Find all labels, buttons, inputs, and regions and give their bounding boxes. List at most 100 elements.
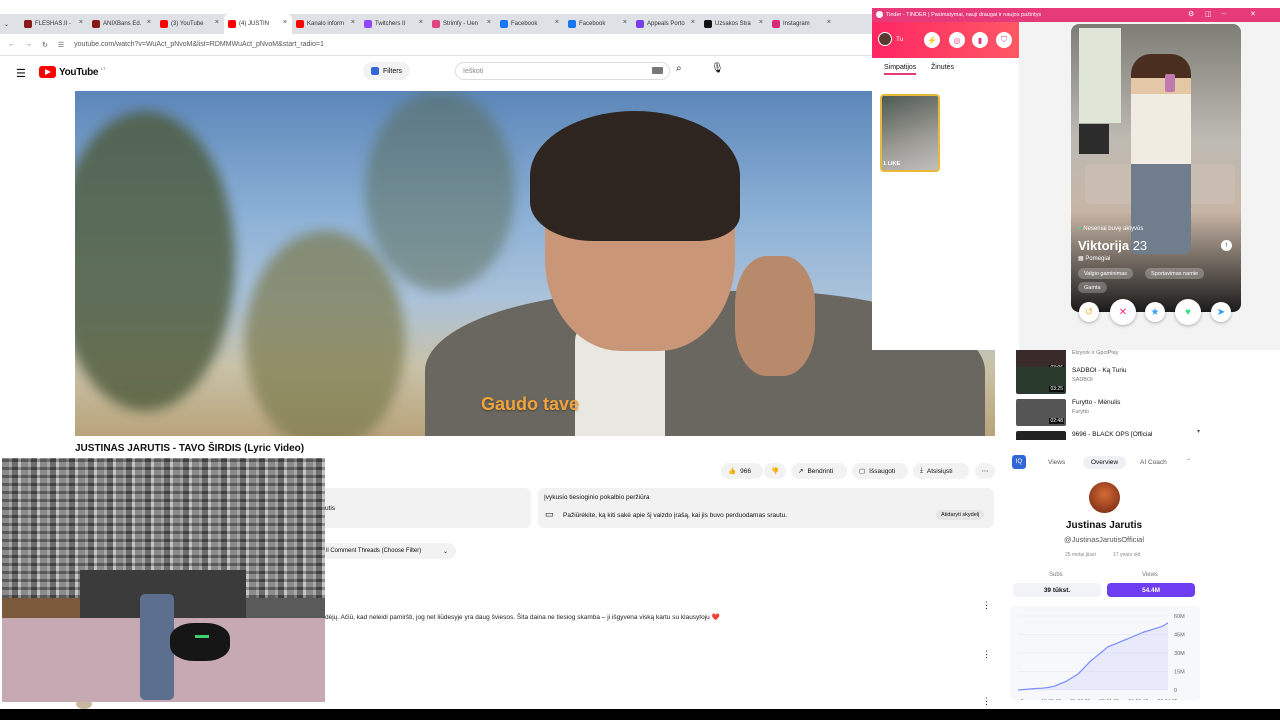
description-panel[interactable]: utis (320, 488, 531, 528)
thumbs-up-icon: 👍 (728, 468, 737, 475)
browser-tab[interactable]: Appeals Porto × (632, 14, 700, 34)
tab-close-icon[interactable]: × (691, 19, 695, 26)
chevron-up-icon[interactable]: ⌃ (1186, 458, 1191, 465)
keyboard-icon[interactable] (652, 67, 663, 74)
extension-icon[interactable]: ◫ (1205, 10, 1212, 18)
save-button[interactable]: ▢ Išsaugoti (852, 463, 908, 479)
tab-label: Twitchers II (375, 21, 406, 27)
tinder-window-title: Tinder - TINDER | Pasimatymai, nauji dra… (886, 12, 1042, 18)
rec-duration: 02:48 (1049, 418, 1064, 424)
download-button[interactable]: ⤓ Atsisiųsti (913, 463, 969, 479)
close-icon[interactable]: ✕ (1250, 10, 1256, 18)
microphone-icon[interactable]: 🎙 (711, 63, 724, 74)
rec-item[interactable]: 02:48 Furytto - Mėnulis Furytto (1016, 399, 1120, 426)
rec-item[interactable]: 9696 - BLACK OPS [Official (1016, 431, 1152, 440)
url-text[interactable]: youtube.com/watch?v=WuAct_pNvoM&list=RDM… (74, 41, 324, 48)
y-tick-label: 60M (1174, 614, 1185, 620)
x-tick-label: 23-01-31 (1099, 699, 1119, 700)
browser-tab[interactable]: Instagram × (768, 14, 836, 34)
rec-thumbnail (1016, 431, 1066, 440)
hamburger-menu-icon[interactable]: ☰ (16, 67, 26, 80)
tab-likes[interactable]: Simpatijos (884, 64, 917, 75)
browser-tab[interactable]: Twitchers II × (360, 14, 428, 34)
share-button[interactable]: ↗ Bendrinti (791, 463, 847, 479)
rec-item[interactable]: 03:25 SADBOI - Ką Turiu SADBOI (1016, 367, 1127, 394)
dislike-button[interactable]: 👎 (764, 463, 786, 479)
background-tree (245, 231, 405, 436)
save-label: Išsaugoti (869, 467, 896, 475)
browser-tab[interactable]: Strimfy - Uen × (428, 14, 496, 34)
browser-tab[interactable]: Facebook × (496, 14, 564, 34)
tab-close-icon[interactable]: × (215, 19, 219, 26)
browser-tab[interactable]: (4) JUSTIN × (224, 14, 292, 34)
tab-menu-button[interactable]: ⌄ (0, 14, 20, 34)
settings-icon[interactable]: ⚙ (1188, 10, 1194, 18)
filters-button[interactable]: Filters (363, 62, 411, 80)
live-chat-replay-panel: Įvykusio tiesioginio pokalbio peržiūra ▭… (538, 488, 994, 528)
minimize-icon[interactable]: – (1222, 10, 1226, 17)
browser-tab[interactable]: ANIXBans Ed. × (88, 14, 156, 34)
tab-favicon-icon (568, 20, 576, 28)
site-info-icon[interactable]: ☰ (58, 41, 64, 49)
more-actions-button[interactable]: ⋯ (975, 463, 995, 479)
like-heart-button[interactable]: ♥ (1175, 299, 1201, 325)
country-code: LT (101, 66, 106, 71)
boost-icon[interactable]: ⚡ (924, 32, 940, 48)
browser-tab[interactable]: Uzsakos Stra × (700, 14, 768, 34)
open-panel-button[interactable]: Atidaryti skydelį (936, 510, 985, 520)
rewind-button[interactable]: ↺ (1079, 302, 1099, 322)
tab-close-icon[interactable]: × (283, 19, 287, 26)
comment-menu-icon[interactable]: ⋮ (982, 649, 991, 660)
send-button[interactable]: ➤ (1211, 302, 1231, 322)
views-value[interactable]: 54.4M (1107, 583, 1195, 597)
tab-favicon-icon (432, 20, 440, 28)
tab-close-icon[interactable]: × (147, 19, 151, 26)
browser-tab[interactable]: (3) YouTube × (156, 14, 224, 34)
profile-info-icon[interactable]: ↑ (1221, 240, 1232, 251)
explore-icon[interactable]: ◎ (949, 32, 965, 48)
tab-overview[interactable]: Overview (1083, 456, 1127, 469)
tab-label: (3) YouTube (171, 21, 204, 27)
super-like-button[interactable]: ★ (1145, 302, 1165, 322)
scroll-down-icon[interactable]: ▾ (1197, 428, 1200, 435)
tab-close-icon[interactable]: × (419, 19, 423, 26)
tab-close-icon[interactable]: × (79, 19, 83, 26)
forward-icon[interactable]: → (25, 41, 32, 48)
tab-close-icon[interactable]: × (487, 19, 491, 26)
browser-tab[interactable]: FLESHAS.II - × (20, 14, 88, 34)
tab-messages[interactable]: Žinutės (931, 64, 954, 71)
video-player[interactable]: Gaudo tave (75, 91, 995, 436)
shield-icon[interactable]: ⛉ (996, 32, 1012, 48)
screen: ⌄ FLESHAS.II - × ANIXBans Ed. × (3) YouTube ×… (0, 0, 1280, 720)
like-button[interactable]: 👍 966 (721, 463, 763, 479)
channel-age: 25 metai jūsėi (1065, 552, 1096, 558)
back-icon[interactable]: ← (8, 41, 15, 48)
bag-icon[interactable]: ▮ (972, 32, 988, 48)
tab-favicon-icon (296, 20, 304, 28)
nope-button[interactable]: ✕ (1110, 299, 1136, 325)
tab-close-icon[interactable]: × (623, 19, 627, 26)
tab-ai-coach[interactable]: AI Coach (1132, 456, 1175, 469)
browser-tab[interactable]: Facebook × (564, 14, 632, 34)
dog (170, 623, 230, 661)
tab-close-icon[interactable]: × (759, 19, 763, 26)
my-name: Tu (896, 36, 904, 43)
my-avatar[interactable] (878, 32, 892, 46)
reload-icon[interactable]: ↻ (42, 41, 48, 49)
comment-menu-icon[interactable]: ⋮ (982, 696, 991, 707)
tab-views[interactable]: Views (1040, 456, 1073, 469)
tab-close-icon[interactable]: × (555, 19, 559, 26)
tab-close-icon[interactable]: × (351, 19, 355, 26)
likes-count-label: 1 LIKE (883, 161, 901, 167)
browser-tab[interactable]: Kanalo inform × (292, 14, 360, 34)
comment-menu-icon[interactable]: ⋮ (982, 600, 991, 611)
subs-value[interactable]: 39 tūkst. (1013, 583, 1101, 597)
search-icon[interactable]: ⌕ (676, 63, 682, 74)
search-input[interactable]: Ieškoti (455, 62, 670, 80)
recommendations: 03:06Elzyork ir GpctPlay 03:25SADBOI - K… (1005, 350, 1205, 440)
tab-favicon-icon (364, 20, 372, 28)
comment-filter-select[interactable]: ll Comment Threads (Choose Filter) ⌄ (320, 543, 456, 559)
youtube-logo[interactable]: YouTube LT (39, 66, 106, 78)
jeans (140, 594, 174, 700)
tab-close-icon[interactable]: × (827, 19, 831, 26)
